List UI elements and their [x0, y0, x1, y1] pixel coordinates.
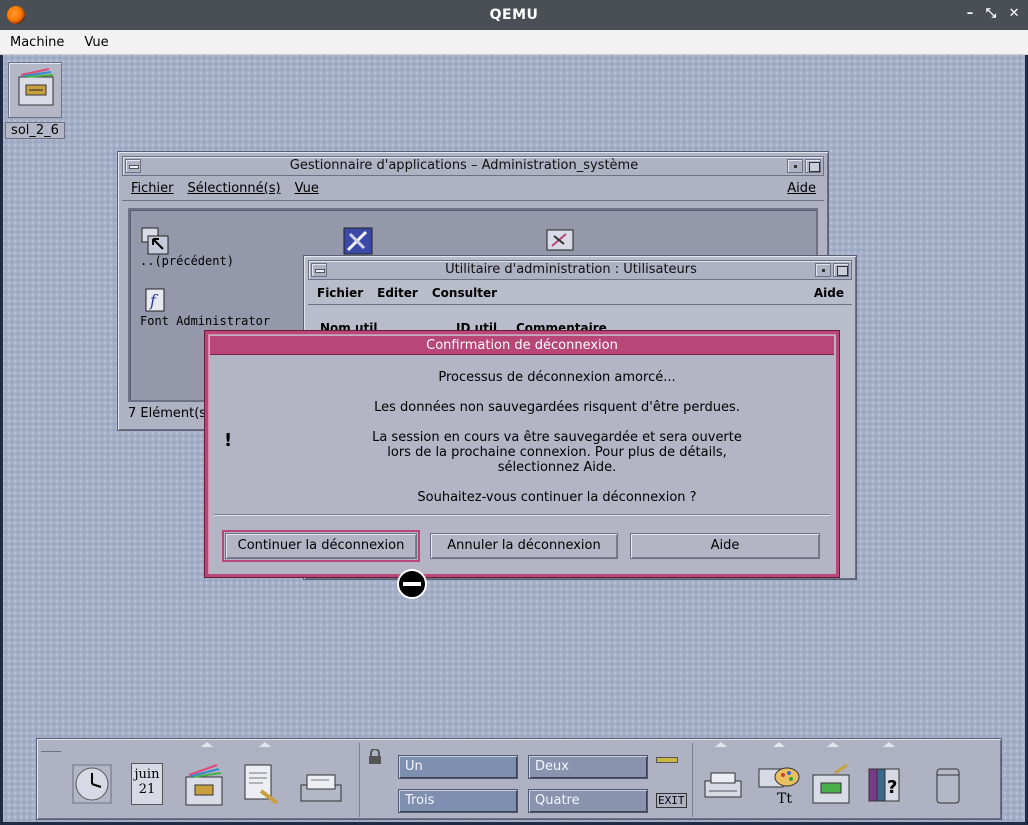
user-admin-title: Utilitaire d'administration : Utilisateu… — [445, 262, 697, 277]
calendar-face: juin 21 — [131, 763, 163, 805]
file-manager-icon[interactable] — [183, 763, 225, 807]
calendar-icon[interactable]: juin 21 — [127, 763, 169, 807]
item-font-admin[interactable]: f Font Administrator — [140, 286, 270, 328]
subpanel-arrow-icon[interactable] — [715, 742, 727, 747]
menu-file[interactable]: Fichier — [131, 181, 174, 196]
subpanel-arrow-icon[interactable] — [827, 742, 839, 747]
mail-icon[interactable] — [297, 763, 342, 807]
svg-text:Tt: Tt — [777, 791, 792, 807]
window-controls: – ⤡ ✕ — [967, 6, 1020, 21]
window-menu-button[interactable] — [125, 159, 141, 173]
font-admin-icon: f — [140, 286, 170, 314]
subpanel-arrow-icon[interactable] — [883, 742, 895, 747]
calendar-month: juin — [134, 767, 160, 782]
cabinet-icon — [8, 62, 62, 118]
msg-line-4: lors de la prochaine connexion. Pour plu… — [387, 445, 727, 460]
qemu-title-text: QEMU — [489, 7, 539, 23]
desktop-icon-sol[interactable]: sol_2_6 — [5, 60, 65, 140]
msg-line-6: Souhaitez-vous continuer la déconnexion … — [417, 490, 697, 505]
close-icon[interactable]: ✕ — [1009, 6, 1020, 21]
menu-view[interactable]: Vue — [84, 35, 108, 50]
app-manager-titlebar[interactable]: Gestionnaire d'applications – Administra… — [122, 156, 824, 176]
workspace-un[interactable]: Un — [398, 755, 518, 779]
user-admin-menubar: Fichier Editer Consulter Aide — [308, 281, 852, 305]
workspace-deux[interactable]: Deux — [528, 755, 648, 779]
item-parent[interactable]: ..(précédent) — [140, 226, 234, 268]
cancel-logout-button[interactable]: Annuler la déconnexion — [430, 533, 618, 559]
desktop-icon-label: sol_2_6 — [5, 122, 65, 139]
clock-icon[interactable] — [71, 763, 113, 807]
style-manager-icon[interactable]: Tt — [755, 763, 800, 807]
menu-consult[interactable]: Consulter — [432, 286, 497, 300]
app-manager-title: Gestionnaire d'applications – Administra… — [289, 158, 639, 173]
logout-dialog: Confirmation de déconnexion ! Processus … — [205, 331, 839, 577]
workspace-trois[interactable]: Trois — [398, 789, 518, 813]
minimize-button[interactable] — [815, 263, 831, 277]
item-font-admin-label: Font Administrator — [140, 314, 271, 328]
qemu-logo-icon — [7, 6, 25, 24]
minimize-button[interactable] — [787, 159, 803, 173]
restore-icon[interactable]: ⤡ — [986, 6, 997, 21]
lock-icon[interactable] — [368, 748, 382, 769]
menu-selected[interactable]: Sélectionné(s) — [188, 181, 281, 196]
panel-handle-left[interactable] — [41, 742, 61, 752]
admin-tool-icon — [544, 226, 574, 254]
window-menu-button[interactable] — [311, 263, 327, 277]
menu-help[interactable]: Aide — [814, 286, 844, 300]
minimize-icon[interactable]: – — [967, 6, 974, 21]
item-parent-label: ..(précédent) — [140, 254, 234, 268]
msg-line-1: Processus de déconnexion amorcé... — [438, 370, 676, 385]
workspace-switch: Un Deux Trois Quatre EXIT — [359, 743, 693, 817]
workspace-quatre[interactable]: Quatre — [528, 789, 648, 813]
trash-icon[interactable] — [927, 763, 969, 807]
text-editor-icon[interactable] — [241, 763, 283, 807]
maximize-button[interactable] — [805, 159, 821, 173]
busy-cursor-icon — [397, 569, 427, 599]
svg-text:?: ? — [887, 777, 897, 798]
warning-icon: ! — [224, 430, 233, 451]
menu-file[interactable]: Fichier — [317, 286, 363, 300]
qemu-titlebar: QEMU – ⤡ ✕ — [0, 0, 1028, 30]
calendar-day: 21 — [138, 782, 156, 797]
menu-edit[interactable]: Editer — [377, 286, 418, 300]
maximize-button[interactable] — [833, 263, 849, 277]
busy-indicator — [656, 757, 678, 763]
user-admin-titlebar[interactable]: Utilitaire d'administration : Utilisateu… — [308, 260, 852, 280]
printer-icon[interactable] — [701, 763, 743, 807]
exit-button[interactable]: EXIT — [656, 793, 687, 808]
continue-logout-button[interactable]: Continuer la déconnexion — [222, 530, 420, 562]
app-manager-icon[interactable] — [809, 763, 851, 807]
subpanel-arrow-icon[interactable] — [201, 742, 213, 747]
folder-up-icon — [140, 226, 170, 255]
help-button[interactable]: Aide — [630, 533, 820, 559]
tools-icon — [342, 226, 373, 255]
help-books-icon[interactable]: ? — [865, 763, 907, 807]
dialog-title: Confirmation de déconnexion — [210, 336, 834, 355]
app-manager-menubar: Fichier Sélectionné(s) Vue Aide — [122, 177, 824, 201]
msg-line-5: sélectionnez Aide. — [497, 460, 617, 475]
subpanel-arrow-icon[interactable] — [773, 742, 785, 747]
app-manager-status: 7 Elément(s) — [128, 406, 212, 421]
guest-desktop: sol_2_6 Gestionnaire d'applications – Ad… — [3, 55, 1025, 822]
front-panel: juin 21 Un Deux Trois Quatre EXIT Tt ? — [36, 738, 1002, 820]
subpanel-arrow-icon[interactable] — [259, 742, 271, 747]
dialog-message: Processus de déconnexion amorcé... Les d… — [298, 370, 816, 520]
msg-line-3: La session en cours va être sauvegardée … — [372, 430, 742, 445]
menu-view[interactable]: Vue — [295, 181, 319, 196]
item-admin-tool[interactable] — [544, 226, 574, 254]
qemu-menubar: Machine Vue — [0, 30, 1028, 55]
menu-machine[interactable]: Machine — [10, 35, 64, 50]
msg-line-2: Les données non sauvegardées risquent d'… — [374, 400, 740, 415]
item-tools[interactable] — [342, 226, 373, 255]
menu-help[interactable]: Aide — [787, 181, 816, 196]
dialog-separator — [214, 514, 830, 516]
